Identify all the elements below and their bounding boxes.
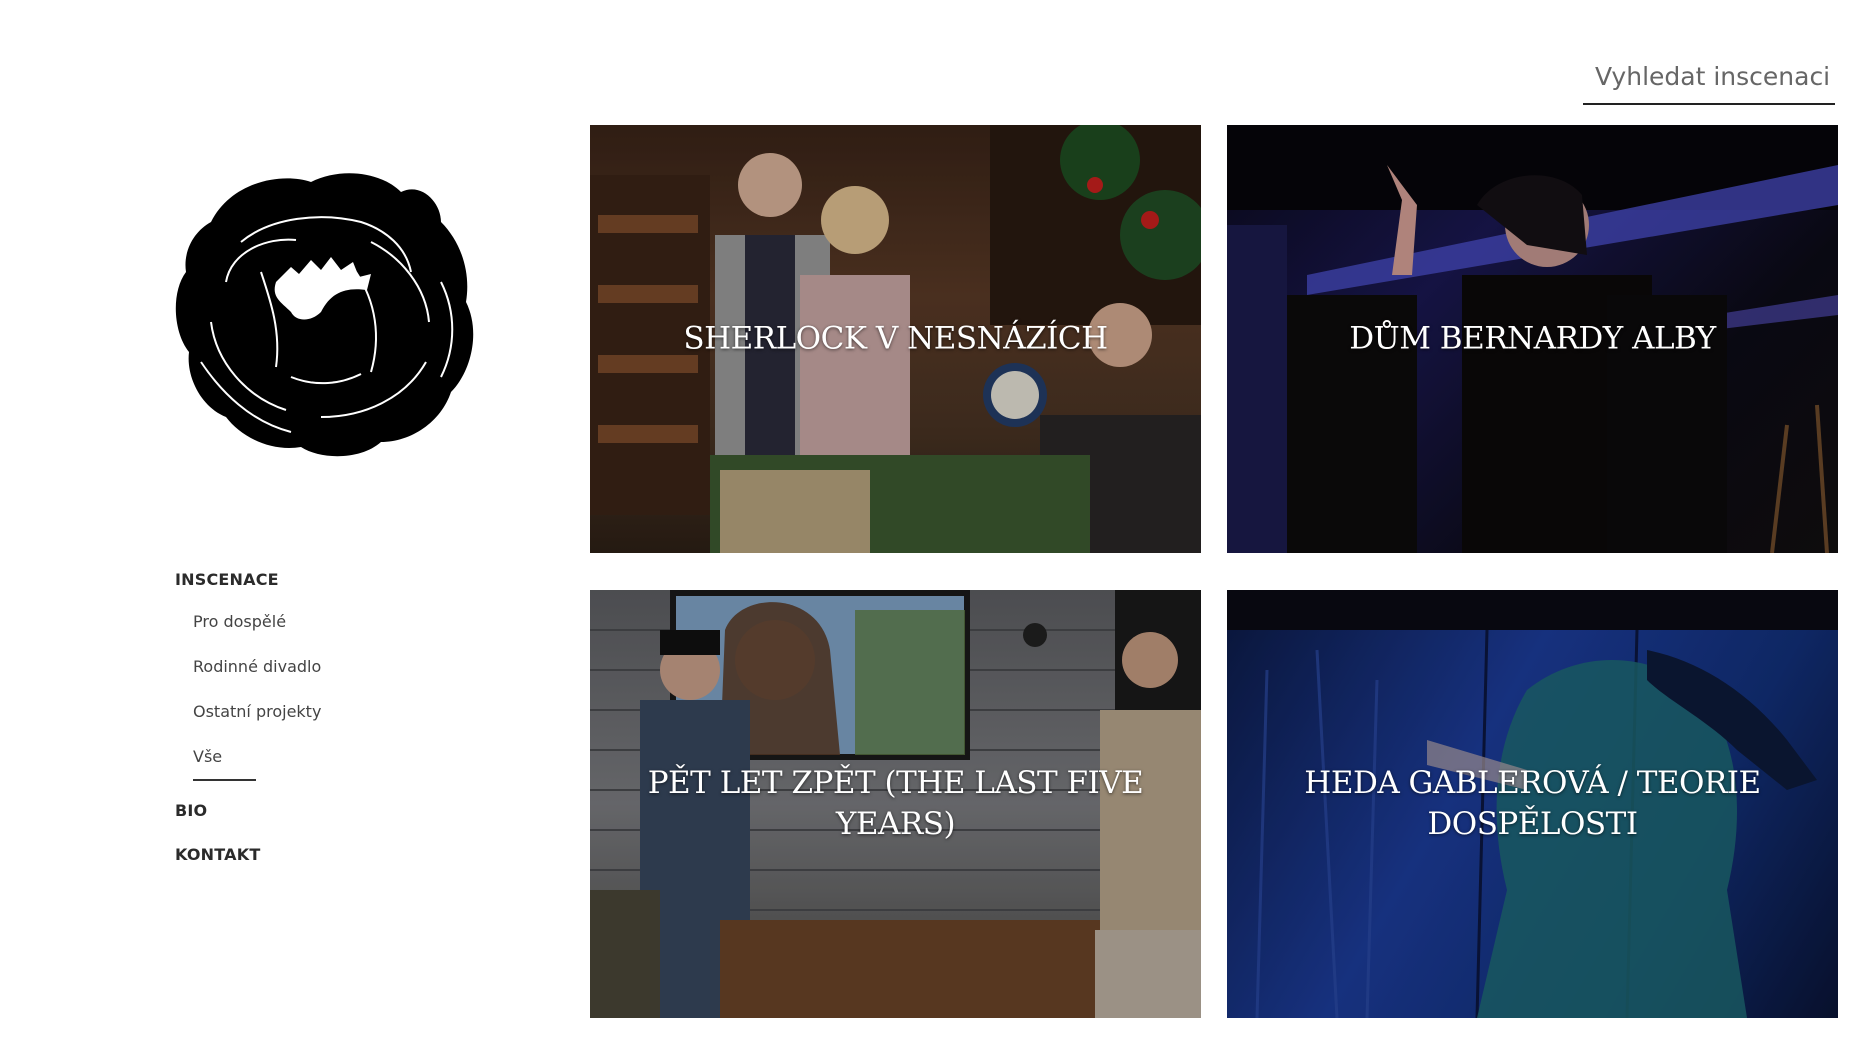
peony-flower-logo-icon	[175, 173, 474, 457]
nav-inscenace[interactable]: INSCENACE	[175, 570, 475, 590]
nav-sub-pro-dospele[interactable]: Pro dospělé	[193, 612, 475, 632]
search-input[interactable]	[1583, 52, 1835, 103]
production-title: HEDA GABLEROVÁ / TEORIE DOSPĚLOSTI	[1304, 765, 1761, 842]
nav-sub-rodinne-divadlo[interactable]: Rodinné divadlo	[193, 657, 475, 677]
nav-sub-ostatni-projekty[interactable]: Ostatní projekty	[193, 702, 475, 722]
nav-kontakt[interactable]: KONTAKT	[175, 845, 475, 865]
production-title: SHERLOCK V NESNÁZÍCH	[683, 320, 1108, 357]
main-nav: INSCENACE Pro dospělé Rodinné divadlo Os…	[175, 570, 475, 865]
logo[interactable]	[171, 162, 491, 462]
search-box[interactable]	[1583, 52, 1835, 105]
production-tile-sherlock[interactable]: SHERLOCK V NESNÁZÍCH	[590, 125, 1201, 553]
nav-active-underline	[193, 779, 256, 781]
production-tile-dum-bernardy-alby[interactable]: DŮM BERNARDY ALBY	[1227, 125, 1838, 553]
page: INSCENACE Pro dospělé Rodinné divadlo Os…	[0, 0, 1851, 1038]
production-tile-pet-let-zpet[interactable]: PĚT LET ZPĚT (THE LAST FIVE YEARS)	[590, 590, 1201, 1018]
production-tile-heda-gablerova[interactable]: HEDA GABLEROVÁ / TEORIE DOSPĚLOSTI	[1227, 590, 1838, 1018]
nav-bio[interactable]: BIO	[175, 801, 475, 821]
production-title: PĚT LET ZPĚT (THE LAST FIVE YEARS)	[647, 765, 1144, 842]
nav-sub-vse[interactable]: Vše	[193, 747, 475, 767]
production-title: DŮM BERNARDY ALBY	[1349, 320, 1716, 357]
